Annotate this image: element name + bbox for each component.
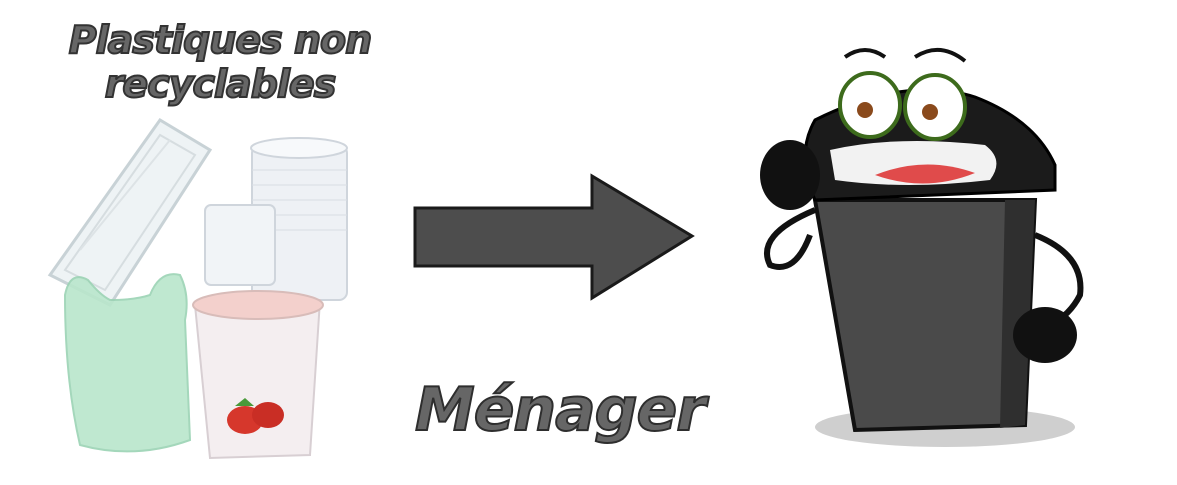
plastic-cups-icon	[204, 137, 348, 301]
plastic-bag-icon	[63, 273, 192, 453]
plastic-items-illustration	[47, 117, 348, 460]
right-arrow-icon	[413, 173, 695, 301]
label-menager: Ménager	[414, 374, 707, 446]
yogurt-pot-icon	[192, 290, 324, 460]
title-plastiques: Plastiques non recyclables	[68, 17, 373, 107]
trash-bin-mascot	[760, 48, 1084, 447]
bin-arm-left	[764, 207, 817, 270]
